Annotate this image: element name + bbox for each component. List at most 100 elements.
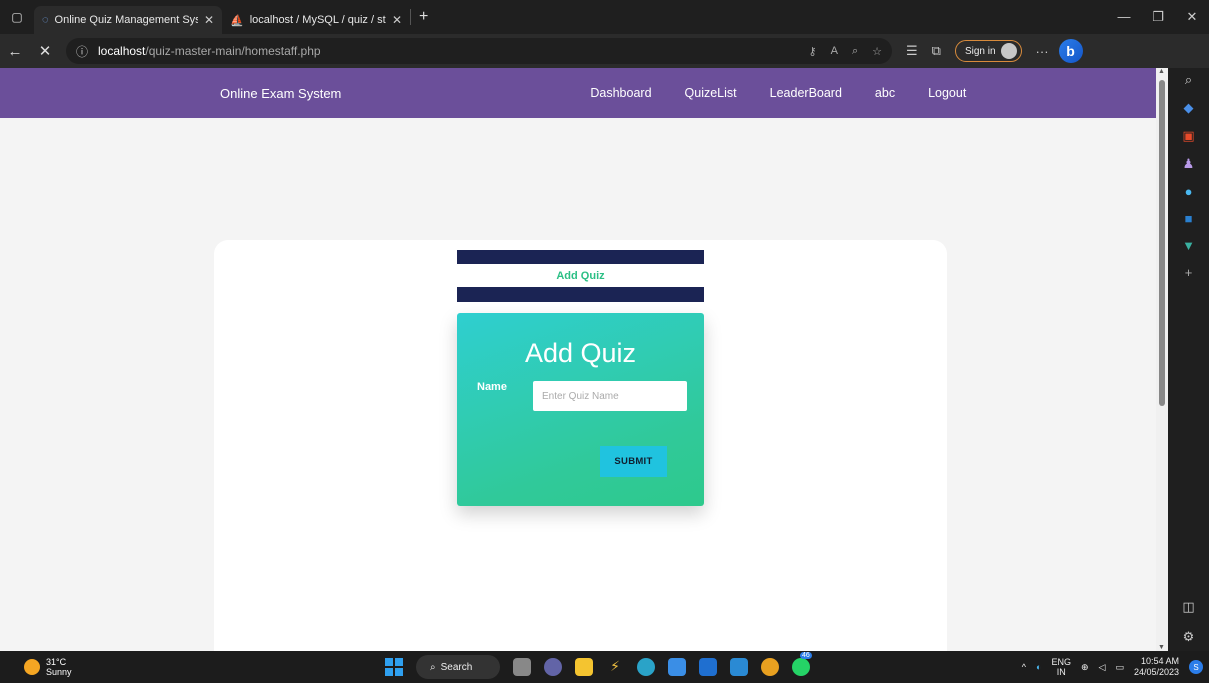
microsoft-store-icon[interactable] [668,658,686,676]
favorites-icon[interactable]: ☰ [906,43,918,59]
form-heading: Add Quiz [524,338,637,368]
nav-logout[interactable]: Logout [928,86,966,100]
chevron-up-icon[interactable]: ^ [1022,662,1026,672]
address-bar-row: ← ✕ ⓘ localhost/quiz-master-main/homesta… [0,34,1209,68]
edge-sidebar: ⌕ ◆ ▣ ♟ ● ■ ▼ + ◫ ⚙ [1168,68,1209,651]
bing-icon[interactable]: b [1058,39,1083,63]
date: 24/05/2023 [1133,667,1179,677]
zoom-icon[interactable]: ⌕ [852,45,858,58]
sign-in-button[interactable]: Sign in [954,40,1022,62]
submit-button[interactable]: SUBMIT [600,446,667,477]
nav-user-abc[interactable]: abc [875,86,895,100]
collections-icon[interactable]: ⧉ [932,43,941,59]
phpmyadmin-icon: ⛵ [230,14,244,27]
sign-in-label: Sign in [964,45,996,57]
site-brand[interactable]: Online Exam System [220,86,341,101]
temperature: 31°C [46,657,67,667]
taskbar-search[interactable]: ⌕ Search [416,655,500,679]
close-icon[interactable]: ✕ [204,13,214,27]
url-host: localhost [98,44,146,58]
copilot-icon[interactable]: ● [1179,184,1199,199]
whatsapp-icon[interactable]: 46 [792,652,812,676]
file-explorer-icon[interactable] [575,658,593,676]
add-quiz-tab[interactable]: Add Quiz [457,264,704,287]
notification-icon[interactable]: S [1189,660,1203,674]
read-aloud-icon[interactable]: A [831,45,838,58]
tab-actions-icon[interactable]: ▢ [0,0,34,34]
stop-loading-icon[interactable]: ✕ [30,42,60,60]
tab-title: localhost / MySQL / quiz / student [249,14,386,26]
scroll-down-icon[interactable]: ▼ [1158,644,1165,651]
favorite-star-icon[interactable]: ☆ [872,45,882,58]
site-nav: Dashboard QuizeList LeaderBoard abc Logo… [590,86,999,100]
browser-tab-quiz[interactable]: ◌ Online Quiz Management System ✕ [34,6,222,34]
windows-start-icon[interactable] [385,658,403,676]
task-view-icon[interactable] [513,658,531,676]
add-quiz-form: Add Quiz Name SUBMIT [457,313,704,506]
nav-quizelist[interactable]: QuizeList [685,86,737,100]
tab-title: Online Quiz Management System [54,14,198,26]
dropbox-icon[interactable] [699,658,717,676]
whatsapp-badge: 46 [800,652,812,659]
time: 10:54 AM [1140,656,1179,666]
restore-icon[interactable]: ❐ [1141,9,1175,25]
winamp-icon[interactable]: ⚡ [606,658,624,676]
password-key-icon[interactable]: ⚷ [809,45,817,58]
sidebar-bottom: ◫ ⚙ [1179,599,1199,645]
info-icon[interactable]: ⓘ [76,43,88,60]
network-icon[interactable]: ⊕ [1081,662,1089,673]
weather-condition: Sunny [46,667,72,677]
volume-icon[interactable]: ◁ [1099,662,1106,673]
edge-browser-icon[interactable] [637,658,655,676]
taskbar-apps: ⌕ Search ⚡ 46 [385,652,812,679]
drop-icon[interactable]: ▼ [1179,238,1199,253]
nav-dashboard[interactable]: Dashboard [590,86,651,100]
address-bar[interactable]: ⓘ localhost/quiz-master-main/homestaff.p… [66,38,892,64]
battery-icon[interactable]: ▭ [1115,662,1124,673]
sidebar-toggle-icon[interactable]: ◫ [1179,599,1199,615]
page-scrollbar[interactable]: ▲ ▼ [1156,68,1168,651]
address-bar-actions: ⚷ A ⌕ ☆ [809,45,882,58]
back-icon[interactable]: ← [0,43,30,60]
games-icon[interactable]: ♟ [1179,156,1199,172]
add-quiz-tab-header: Add Quiz [457,250,704,302]
scroll-up-icon[interactable]: ▲ [1158,68,1165,75]
settings-gear-icon[interactable]: ⚙ [1179,629,1199,645]
name-label: Name [477,381,507,393]
weather-widget[interactable]: 31°C Sunny [24,657,72,677]
window-controls: — ❐ ✕ [1107,9,1209,25]
scrollbar-thumb[interactable] [1159,80,1165,406]
chrome-icon[interactable] [761,658,779,676]
browser-tab-phpmyadmin[interactable]: ⛵ localhost / MySQL / quiz / student ✕ [222,6,410,34]
lang-top: ENG [1051,657,1071,667]
new-tab-icon[interactable]: + [411,8,436,26]
close-window-icon[interactable]: ✕ [1175,9,1209,25]
copilot-tray-icon[interactable]: ◐ [1036,662,1041,672]
more-menu-icon[interactable]: ··· [1036,44,1049,59]
nav-leaderboard[interactable]: LeaderBoard [770,86,842,100]
search-icon[interactable]: ⌕ [1179,72,1199,88]
loading-icon: ◌ [42,14,49,26]
avatar-icon [1000,43,1017,59]
tools-briefcase-icon[interactable]: ▣ [1179,128,1199,144]
system-tray: ^ ◐ ENG IN ⊕ ◁ ▭ 10:54 AM 24/05/2023 S [1022,656,1209,678]
lang-bottom: IN [1056,667,1066,677]
search-label: Search [440,661,473,673]
windows-taskbar: 31°C Sunny ⌕ Search ⚡ 46 ^ ◐ ENG IN ⊕ ◁ … [0,651,1209,683]
outlook-icon[interactable]: ■ [1179,211,1199,226]
shopping-tag-icon[interactable]: ◆ [1179,100,1199,116]
add-icon[interactable]: + [1179,265,1199,280]
browser-tab-strip: ▢ ◌ Online Quiz Management System ✕ ⛵ lo… [0,0,1209,34]
language-indicator[interactable]: ENG IN [1051,657,1071,677]
teams-meet-icon[interactable] [544,658,562,676]
clock[interactable]: 10:54 AM 24/05/2023 [1134,656,1179,678]
minimize-icon[interactable]: — [1107,9,1141,25]
quiz-name-input[interactable] [533,381,687,411]
vscode-icon[interactable] [730,658,748,676]
close-icon[interactable]: ✕ [392,13,402,27]
page-viewport: Online Exam System Dashboard QuizeList L… [0,68,1156,651]
site-navbar: Online Exam System Dashboard QuizeList L… [0,68,1156,118]
url-path: /quiz-master-main/homestaff.php [145,44,321,58]
sun-icon [24,659,40,675]
search-icon: ⌕ [430,661,436,673]
